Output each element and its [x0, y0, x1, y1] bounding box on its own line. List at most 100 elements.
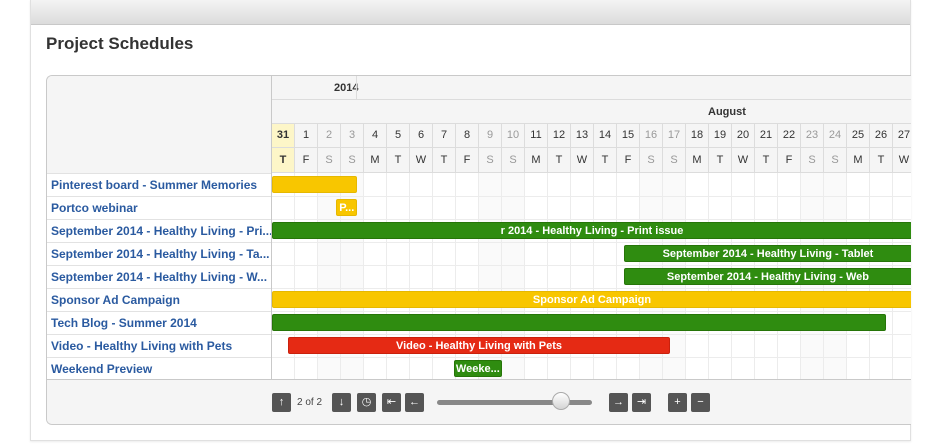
- page-indicator: 2 of 2: [297, 397, 323, 408]
- row-divider: [272, 334, 911, 335]
- day-number: 6: [410, 124, 433, 148]
- day-number: 9: [479, 124, 502, 148]
- day-of-week: M: [847, 148, 870, 173]
- zoom-out-icon[interactable]: −: [691, 393, 710, 412]
- day-number: 7: [433, 124, 456, 148]
- task-label[interactable]: September 2014 - Healthy Living - Pri...: [47, 219, 271, 242]
- task-label[interactable]: Portco webinar: [47, 196, 271, 219]
- day-of-week: W: [571, 148, 594, 173]
- day-of-week: S: [824, 148, 847, 173]
- gantt-chart: Pinterest board - Summer Memories Portco …: [46, 75, 911, 425]
- last-page-icon[interactable]: ⇥: [632, 393, 651, 412]
- arrow-down-icon[interactable]: ↓: [332, 393, 351, 412]
- task-bar[interactable]: Video - Healthy Living with Pets: [288, 337, 670, 354]
- day-of-week: T: [709, 148, 732, 173]
- row-divider: [272, 219, 911, 220]
- day-number: 17: [663, 124, 686, 148]
- day-number: 23: [801, 124, 824, 148]
- task-label[interactable]: Pinterest board - Summer Memories: [47, 173, 271, 196]
- row-divider: [272, 265, 911, 266]
- day-of-week: F: [295, 148, 318, 173]
- day-number: 25: [847, 124, 870, 148]
- row-divider: [272, 357, 911, 358]
- task-bar[interactable]: Sponsor Ad Campaign: [272, 291, 911, 308]
- year-label: 2014: [334, 82, 359, 94]
- task-label[interactable]: September 2014 - Healthy Living - Ta...: [47, 242, 271, 265]
- task-bar[interactable]: Weeke...: [453, 360, 502, 377]
- day-number: 5: [387, 124, 410, 148]
- day-number: 15: [617, 124, 640, 148]
- task-list: Pinterest board - Summer Memories Portco …: [47, 76, 272, 380]
- day-of-week: S: [479, 148, 502, 173]
- row-divider: [272, 288, 911, 289]
- task-label[interactable]: September 2014 - Healthy Living - W...: [47, 265, 271, 288]
- row-divider: [272, 242, 911, 243]
- day-number: 16: [640, 124, 663, 148]
- task-bar[interactable]: [272, 176, 358, 193]
- task-label[interactable]: Sponsor Ad Campaign: [47, 288, 271, 311]
- row-divider: [272, 196, 911, 197]
- task-bar[interactable]: September 2014 - Healthy Living - Web: [623, 268, 911, 285]
- row-divider: [272, 311, 911, 312]
- clock-icon[interactable]: ◷: [357, 393, 376, 412]
- day-of-week: M: [525, 148, 548, 173]
- day-of-week: S: [318, 148, 341, 173]
- zoom-slider-handle[interactable]: [552, 392, 570, 410]
- timeline-grid[interactable]: 2014 August 31 T 1 F 2 S 3 S 4 M 5 T 6 W 7 T 8 F 9 S 10 S 11 M 1…: [272, 76, 911, 379]
- day-number: 10: [502, 124, 525, 148]
- day-number: 4: [364, 124, 387, 148]
- day-of-week: T: [433, 148, 456, 173]
- day-of-week: W: [893, 148, 911, 173]
- day-of-week: S: [663, 148, 686, 173]
- next-icon[interactable]: →: [609, 393, 628, 412]
- day-of-week: F: [778, 148, 801, 173]
- prev-icon[interactable]: ←: [405, 393, 424, 412]
- day-of-week: M: [686, 148, 709, 173]
- day-number: 8: [456, 124, 479, 148]
- day-number: 31: [272, 124, 295, 148]
- day-of-week: S: [341, 148, 364, 173]
- month-label: August: [708, 106, 746, 118]
- day-of-week: T: [594, 148, 617, 173]
- day-number: 11: [525, 124, 548, 148]
- day-number: 24: [824, 124, 847, 148]
- gantt-footer: ↑ 2 of 2 ↓ ◷ ⇤ ← → ⇥ + −: [47, 379, 911, 424]
- day-of-week: F: [456, 148, 479, 173]
- day-number: 26: [870, 124, 893, 148]
- page-title: Project Schedules: [46, 34, 194, 53]
- zoom-in-icon[interactable]: +: [668, 393, 687, 412]
- day-number: 3: [341, 124, 364, 148]
- year-separator: [356, 76, 357, 100]
- day-of-week: W: [732, 148, 755, 173]
- panel-top-bar: [31, 0, 910, 25]
- task-bar[interactable]: [272, 314, 887, 331]
- task-label[interactable]: Tech Blog - Summer 2014: [47, 311, 271, 334]
- day-number: 12: [548, 124, 571, 148]
- day-of-week: T: [755, 148, 778, 173]
- day-of-week: S: [640, 148, 663, 173]
- day-of-week: S: [502, 148, 525, 173]
- day-of-week: F: [617, 148, 640, 173]
- day-of-week: T: [387, 148, 410, 173]
- day-number: 27: [893, 124, 911, 148]
- day-number: 18: [686, 124, 709, 148]
- first-page-icon[interactable]: ⇤: [382, 393, 401, 412]
- task-bar[interactable]: September 2014 - Healthy Living - Tablet: [623, 245, 911, 262]
- task-bar[interactable]: r 2014 - Healthy Living - Print issue: [272, 222, 911, 239]
- day-number: 22: [778, 124, 801, 148]
- day-of-week: S: [801, 148, 824, 173]
- day-number: 1: [295, 124, 318, 148]
- month-header-row: August: [272, 100, 911, 124]
- day-number: 14: [594, 124, 617, 148]
- year-header-row: 2014: [272, 76, 911, 100]
- day-of-week: T: [272, 148, 295, 173]
- day-number: 19: [709, 124, 732, 148]
- day-number: 2: [318, 124, 341, 148]
- task-label[interactable]: Video - Healthy Living with Pets: [47, 334, 271, 357]
- arrow-up-icon[interactable]: ↑: [272, 393, 291, 412]
- task-label[interactable]: Weekend Preview: [47, 357, 271, 380]
- day-number: 20: [732, 124, 755, 148]
- task-bar[interactable]: P...: [336, 199, 358, 216]
- day-of-week: M: [364, 148, 387, 173]
- day-of-week: W: [410, 148, 433, 173]
